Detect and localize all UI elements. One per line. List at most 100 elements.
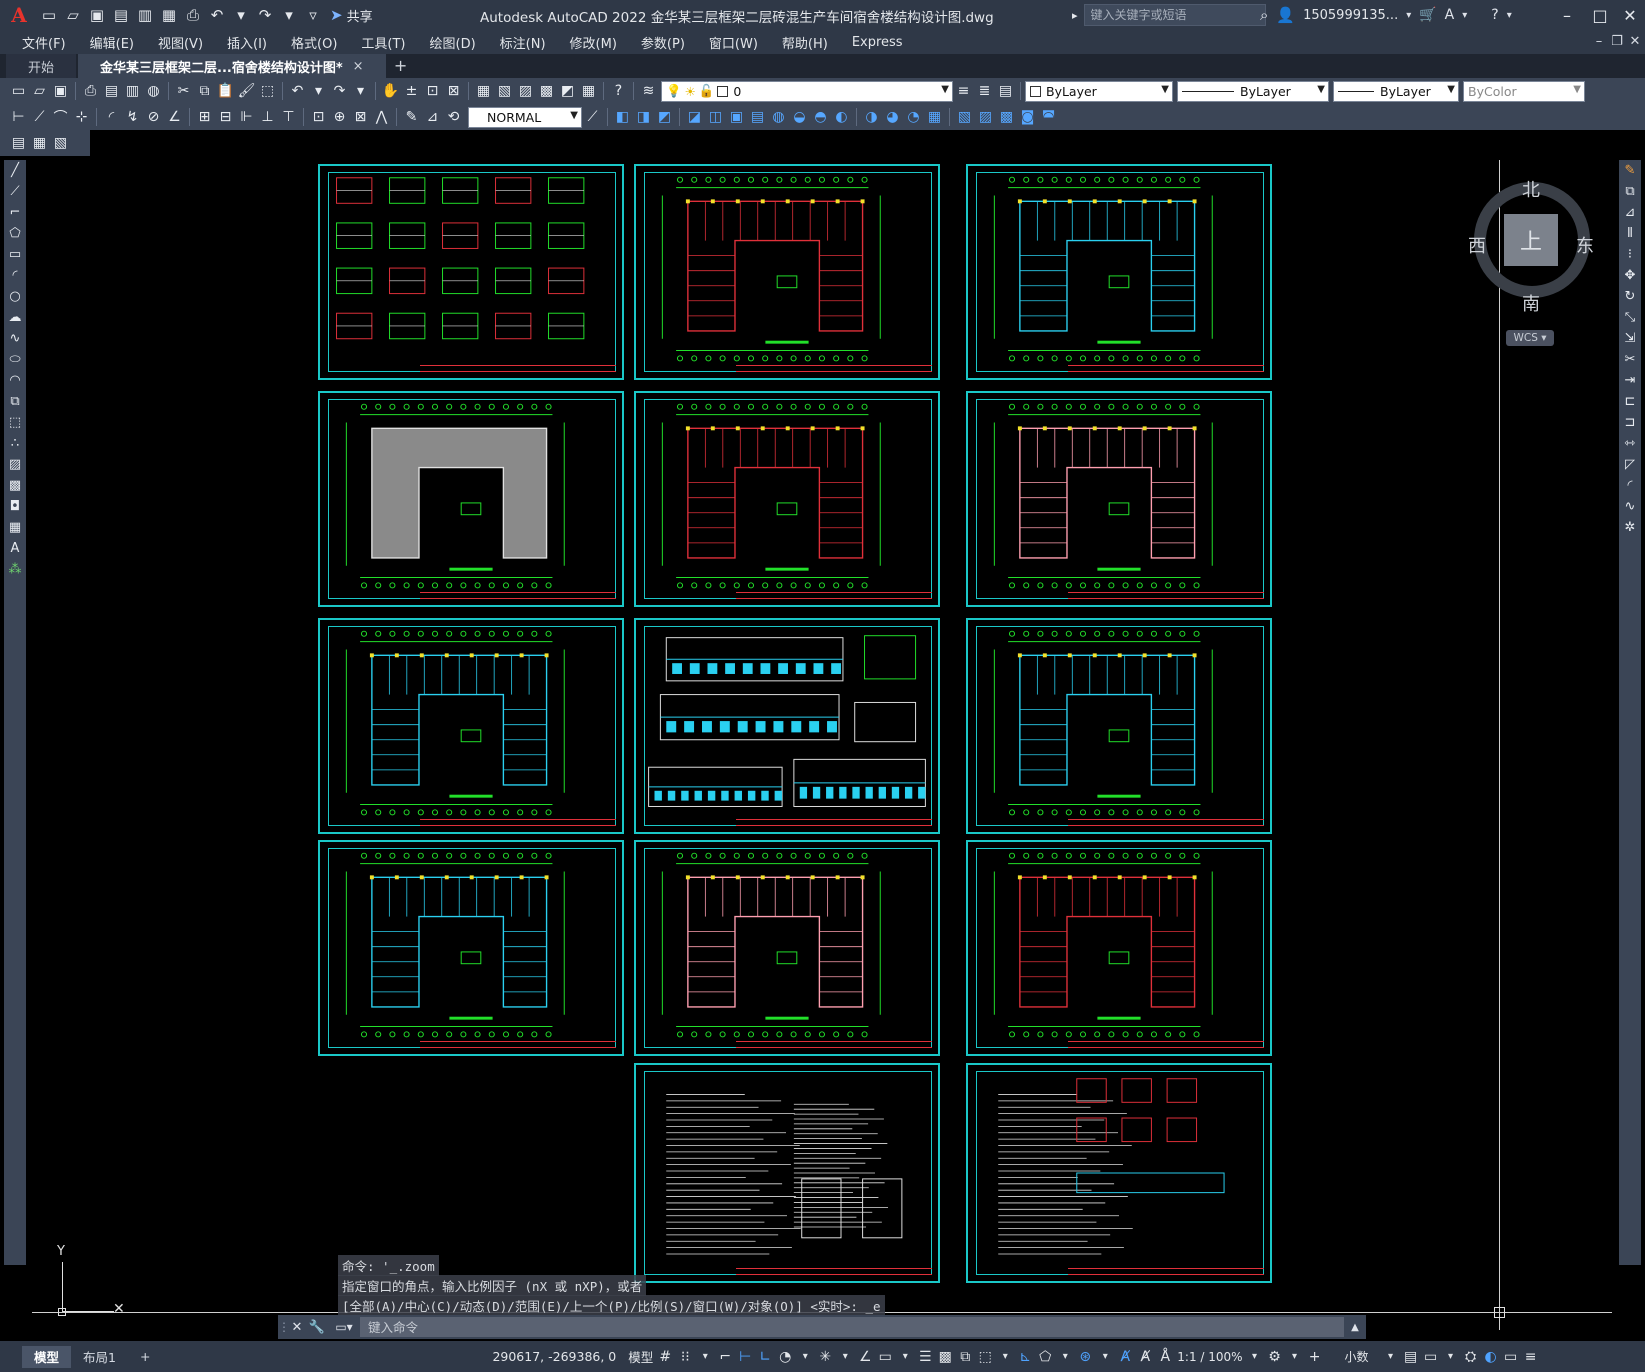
arc-icon[interactable]: ◜ bbox=[4, 265, 26, 286]
open-file-icon[interactable]: ▱ bbox=[62, 4, 84, 26]
redo-dropdown-icon[interactable]: ▾ bbox=[278, 4, 300, 26]
construction-line-icon[interactable]: ⟋ bbox=[4, 181, 26, 202]
menu-express[interactable]: Express bbox=[840, 35, 915, 50]
workspace-icon[interactable]: ⚙ bbox=[1265, 1345, 1285, 1369]
break-icon[interactable]: ⊐ bbox=[1619, 412, 1641, 433]
redo-icon[interactable]: ↷ bbox=[254, 4, 276, 26]
extrude-icon[interactable]: ▤ bbox=[747, 107, 768, 128]
inspect-icon[interactable]: ⊠ bbox=[350, 107, 371, 128]
publish-icon[interactable]: ▥ bbox=[122, 81, 143, 102]
3d-move-icon[interactable]: ◨ bbox=[633, 107, 654, 128]
layer-dropdown[interactable]: 💡 ☀ 🔓 0 ▼ bbox=[661, 80, 953, 102]
menu-draw[interactable]: 绘图(D) bbox=[418, 33, 488, 52]
annotation-visibility-icon[interactable]: Ⱥ bbox=[1115, 1345, 1135, 1369]
viewcube-east[interactable]: 东 bbox=[1576, 232, 1594, 258]
viewcube-north[interactable]: 北 bbox=[1522, 176, 1540, 202]
transparency-icon[interactable]: ▩ bbox=[935, 1345, 955, 1369]
viewcube[interactable]: 上 北 南 东 西 WCS ▾ bbox=[1468, 172, 1596, 360]
isodraft-icon[interactable]: ✳ bbox=[815, 1345, 835, 1369]
layer-properties-icon[interactable]: ≋ bbox=[638, 81, 659, 102]
preview-icon[interactable]: ▤ bbox=[101, 81, 122, 102]
multiline-text-icon[interactable]: A bbox=[4, 538, 26, 559]
lock-ui-dropdown-icon[interactable]: ▾ bbox=[1441, 1345, 1461, 1369]
cone-icon[interactable]: ▩ bbox=[996, 107, 1017, 128]
center-mark-icon[interactable]: ⊕ bbox=[329, 107, 350, 128]
markup-icon[interactable]: ◩ bbox=[557, 81, 578, 102]
user-dropdown-icon[interactable]: ▾ bbox=[1406, 10, 1411, 21]
match-properties-icon[interactable]: 🖌 bbox=[236, 81, 257, 102]
drawing-sheet[interactable] bbox=[318, 391, 624, 607]
rotate-icon[interactable]: ↻ bbox=[1619, 286, 1641, 307]
array-icon[interactable]: ⁝ bbox=[1619, 244, 1641, 265]
gizmo-icon[interactable]: ⊛ bbox=[1075, 1345, 1095, 1369]
layer-state-icon[interactable]: ▤ bbox=[995, 81, 1016, 102]
save-icon[interactable]: ▣ bbox=[86, 4, 108, 26]
cut-icon[interactable]: ✂ bbox=[173, 81, 194, 102]
dim-jogged-icon[interactable]: ↯ bbox=[122, 107, 143, 128]
scale-icon[interactable]: ⤡ bbox=[1619, 307, 1641, 328]
menu-format[interactable]: 格式(O) bbox=[279, 33, 349, 52]
stretch-icon[interactable]: ⇲ bbox=[1619, 328, 1641, 349]
drawing-sheet[interactable] bbox=[318, 840, 624, 1056]
fillet-icon[interactable]: ◜ bbox=[1619, 475, 1641, 496]
layer-previous-icon[interactable]: ≣ bbox=[974, 81, 995, 102]
tab-drawing[interactable]: 金华某三层框架二层...宿舍楼结构设计图* × bbox=[78, 54, 386, 78]
menu-file[interactable]: 文件(F) bbox=[10, 33, 78, 52]
user-name[interactable]: 1505999135... bbox=[1303, 8, 1398, 23]
dim-space-icon[interactable]: ⊥ bbox=[257, 107, 278, 128]
table-style-icon[interactable]: ▦ bbox=[29, 133, 50, 154]
help-icon[interactable]: ? bbox=[608, 81, 629, 102]
polar-tracking-icon[interactable]: ◔ bbox=[775, 1345, 795, 1369]
command-close-icon[interactable]: ✕ bbox=[288, 1320, 306, 1335]
join-icon[interactable]: ⇿ bbox=[1619, 433, 1641, 454]
isolate-objects-icon[interactable]: ⛭ bbox=[1461, 1345, 1481, 1369]
undo-icon[interactable]: ↶ bbox=[206, 4, 228, 26]
ortho-icon[interactable]: ∟ bbox=[755, 1345, 775, 1369]
mdi-minimize-button[interactable]: – bbox=[1590, 30, 1608, 54]
menu-dimension[interactable]: 标注(N) bbox=[488, 33, 558, 52]
tab-model[interactable]: 模型 bbox=[22, 1345, 72, 1368]
redo-icon[interactable]: ↷ bbox=[329, 81, 350, 102]
quick-dim-icon[interactable]: ⊞ bbox=[194, 107, 215, 128]
3d-copy-icon[interactable]: ◧ bbox=[612, 107, 633, 128]
zoom-realtime-icon[interactable]: ± bbox=[401, 81, 422, 102]
web-save-icon[interactable]: ▥ bbox=[134, 4, 156, 26]
sheet-set-icon[interactable]: ▩ bbox=[536, 81, 557, 102]
insert-block-icon[interactable]: ⧉ bbox=[4, 391, 26, 412]
dim-break-icon[interactable]: ⊤ bbox=[278, 107, 299, 128]
menu-modify[interactable]: 修改(M) bbox=[558, 33, 629, 52]
blend-curves-icon[interactable]: ∿ bbox=[1619, 496, 1641, 517]
chamfer-icon[interactable]: ◸ bbox=[1619, 454, 1641, 475]
undo-list-icon[interactable]: ▾ bbox=[308, 81, 329, 102]
design-center-icon[interactable]: ▧ bbox=[494, 81, 515, 102]
tab-layout1[interactable]: 布局1 bbox=[71, 1346, 128, 1368]
undo-icon[interactable]: ↶ bbox=[287, 81, 308, 102]
ellipse-arc-icon[interactable]: ◠ bbox=[4, 370, 26, 391]
drawing-sheet[interactable] bbox=[966, 1063, 1272, 1283]
snap-icon[interactable]: ⁝⁝ bbox=[675, 1345, 695, 1369]
gradient-icon[interactable]: ▩ bbox=[4, 475, 26, 496]
3d-osnap-icon[interactable]: ⬚ bbox=[975, 1345, 995, 1369]
object-snap-tracking-icon[interactable]: ∠ bbox=[855, 1345, 875, 1369]
hardware-acceleration-icon[interactable]: ◐ bbox=[1481, 1345, 1501, 1369]
dim-continue-icon[interactable]: ⊩ bbox=[236, 107, 257, 128]
dim-radius-icon[interactable]: ◜ bbox=[101, 107, 122, 128]
open-icon[interactable]: ▱ bbox=[29, 81, 50, 102]
coordinates-readout[interactable]: 290617, -269386, 0 bbox=[492, 1349, 616, 1364]
menu-tools[interactable]: 工具(T) bbox=[349, 33, 417, 52]
drawing-sheet[interactable] bbox=[318, 618, 624, 834]
undo-dropdown-icon[interactable]: ▾ bbox=[230, 4, 252, 26]
block-editor-icon[interactable]: ⬚ bbox=[257, 81, 278, 102]
point-icon[interactable]: ∴ bbox=[4, 433, 26, 454]
add-selected-icon[interactable]: ⁂ bbox=[4, 559, 26, 580]
cart-icon[interactable]: 🛒 bbox=[1419, 7, 1436, 23]
ellipse-icon[interactable]: ⬭ bbox=[4, 349, 26, 370]
explode-icon[interactable]: ✲ bbox=[1619, 517, 1641, 538]
dim-baseline-icon[interactable]: ⊟ bbox=[215, 107, 236, 128]
drawing-sheet[interactable] bbox=[966, 164, 1272, 380]
annotation-scale-dropdown-icon[interactable]: ▾ bbox=[1245, 1345, 1265, 1369]
dynamic-input-icon[interactable]: ⊢ bbox=[735, 1345, 755, 1369]
drawing-sheet[interactable] bbox=[634, 618, 940, 834]
drawing-sheet[interactable] bbox=[634, 1063, 940, 1283]
selection-cycling-icon[interactable]: ⧉ bbox=[955, 1345, 975, 1369]
